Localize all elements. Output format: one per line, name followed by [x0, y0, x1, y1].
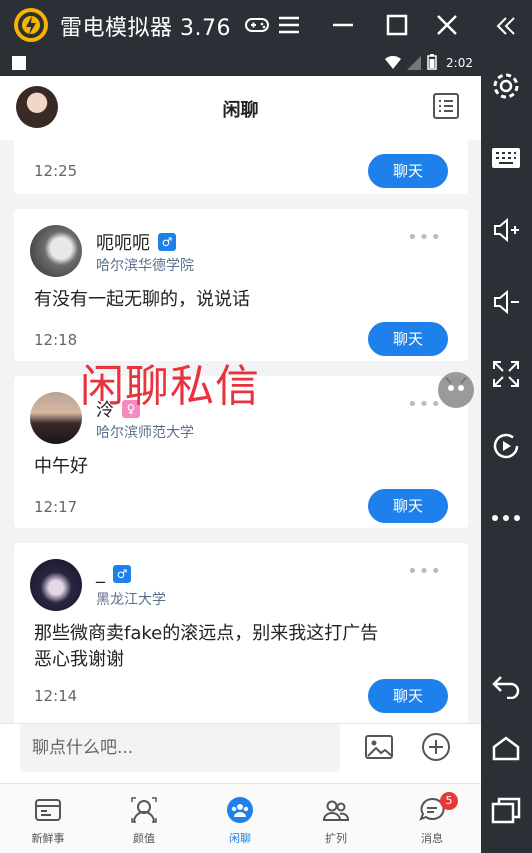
tab-news[interactable]: 新鲜事 [0, 784, 96, 853]
recent-apps-icon[interactable] [488, 792, 524, 828]
post-time: 12:18 [34, 331, 78, 349]
volume-down-icon[interactable] [488, 284, 524, 320]
tab-expand[interactable]: 扩列 [288, 784, 384, 853]
more-options-icon[interactable] [488, 500, 524, 536]
hamburger-menu-icon[interactable] [272, 8, 306, 42]
news-icon [35, 799, 61, 821]
chat-button[interactable]: 聊天 [368, 322, 448, 356]
bottom-tab-bar: 新鲜事 颜值 闲聊 扩列 5 消息 [0, 783, 481, 853]
post-time: 12:14 [34, 687, 78, 705]
post-text: 有没有一起无聊的，说说话 [34, 289, 250, 310]
minimize-icon[interactable] [326, 8, 360, 42]
signal-icon [407, 56, 421, 70]
keyboard-icon[interactable] [488, 140, 524, 176]
tab-label: 新鲜事 [31, 832, 65, 845]
chat-button[interactable]: 聊天 [368, 154, 448, 188]
more-options-icon[interactable]: ••• [407, 561, 442, 582]
post-text: 中午好 [34, 456, 88, 477]
poster-school: 黑龙江大学 [96, 592, 166, 608]
post-card: 呃呃呃 ♂ 哈尔滨华德学院 ••• 有没有一起无聊的，说说话 12:18 聊天 [14, 209, 468, 361]
list-menu-icon[interactable] [433, 93, 459, 119]
poster-avatar[interactable] [30, 225, 82, 277]
close-icon[interactable] [430, 8, 464, 42]
emulator-sidebar [480, 0, 532, 853]
tab-label: 扩列 [325, 832, 347, 845]
post-text-line: 恶心我谢谢 [34, 649, 124, 670]
emulator-title: 雷电模拟器 3.76 [60, 16, 231, 41]
wifi-icon [385, 56, 401, 69]
poster-avatar[interactable] [30, 392, 82, 444]
android-screen: 2:02 闲聊 12:25 聊天 呃呃呃 ♂ 哈尔滨华德学院 ••• 有没有一起… [0, 50, 481, 853]
more-options-icon[interactable]: ••• [407, 394, 442, 415]
emulator-titlebar: 雷电模拟器 3.76 [0, 0, 532, 50]
poster-school: 哈尔滨师范大学 [96, 425, 194, 441]
male-gender-icon: ♂ [113, 564, 131, 583]
post-time: 12:25 [34, 162, 78, 180]
post-time: 12:17 [34, 498, 78, 516]
poster-name: _ [96, 563, 105, 584]
poster-name-row: _ ♂ [96, 563, 131, 584]
add-icon[interactable] [421, 732, 451, 762]
tab-looks[interactable]: 颜值 [96, 784, 192, 853]
back-icon[interactable] [488, 668, 524, 704]
home-icon[interactable] [488, 730, 524, 766]
status-bar: 2:02 [0, 50, 481, 76]
friends-icon [322, 800, 349, 821]
fullscreen-icon[interactable] [488, 356, 524, 392]
message-input-bar: 聊点什么吧... [0, 723, 481, 783]
chat-button[interactable]: 聊天 [368, 679, 448, 713]
post-card: 12:25 聊天 [14, 140, 468, 194]
page-title: 闲聊 [222, 100, 259, 121]
post-card: _ ♂ 黑龙江大学 ••• 那些微商卖fake的滚远点，别来我这打广告 恶心我谢… [14, 543, 468, 723]
message-input[interactable]: 聊点什么吧... [20, 724, 340, 772]
tab-label: 闲聊 [229, 832, 251, 845]
gamepad-icon[interactable] [240, 8, 274, 42]
chat-button[interactable]: 聊天 [368, 489, 448, 523]
poster-name: 呃呃呃 [96, 233, 150, 254]
post-text-line: 那些微商卖fake的滚远点，别来我这打广告 [34, 623, 379, 644]
chat-feed[interactable]: 12:25 聊天 呃呃呃 ♂ 哈尔滨华德学院 ••• 有没有一起无聊的，说说话 … [0, 140, 481, 723]
tab-messages[interactable]: 5 消息 [384, 784, 480, 853]
tab-label: 消息 [421, 832, 443, 845]
tab-label: 颜值 [133, 832, 155, 845]
post-text: 那些微商卖fake的滚远点，别来我这打广告 恶心我谢谢 [34, 621, 454, 673]
tab-chat[interactable]: 闲聊 [192, 784, 288, 853]
unread-badge: 5 [440, 792, 458, 810]
volume-up-icon[interactable] [488, 212, 524, 248]
app-header: 闲聊 [0, 76, 481, 140]
battery-icon [427, 54, 437, 70]
poster-avatar[interactable] [30, 559, 82, 611]
poster-name-row: 呃呃呃 ♂ [96, 229, 176, 255]
face-icon [131, 797, 157, 823]
emulator-logo-icon [14, 8, 48, 42]
poster-school: 哈尔滨华德学院 [96, 258, 194, 274]
maximize-icon[interactable] [380, 8, 414, 42]
more-options-icon[interactable]: ••• [407, 227, 442, 248]
image-picker-icon[interactable] [364, 732, 394, 762]
status-time: 2:02 [446, 56, 473, 70]
overlay-annotation: 闲聊私信 [80, 361, 260, 412]
settings-gear-icon[interactable] [488, 68, 524, 104]
group-chat-icon [227, 797, 253, 823]
notification-icon [12, 56, 26, 70]
male-gender-icon: ♂ [158, 233, 176, 251]
floating-assistant-icon[interactable] [438, 372, 474, 408]
collapse-sidebar-icon[interactable] [488, 8, 524, 44]
record-icon[interactable] [488, 428, 524, 464]
